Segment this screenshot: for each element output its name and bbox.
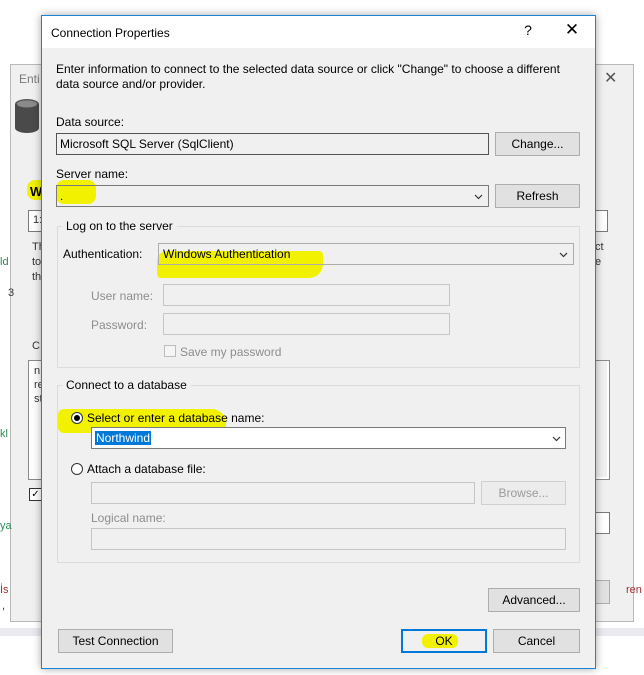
database-name-value: Northwind [95, 431, 152, 445]
chevron-down-icon[interactable] [474, 192, 483, 201]
refresh-button[interactable]: Refresh [495, 184, 580, 208]
background-window-title: Enti [19, 72, 40, 86]
background-close-icon[interactable]: ✕ [604, 68, 617, 88]
save-password-checkbox[interactable] [164, 345, 176, 357]
test-connection-button[interactable]: Test Connection [58, 629, 173, 653]
authentication-value: Windows Authentication [163, 247, 291, 261]
attach-file-input[interactable] [91, 482, 475, 504]
background-code-line: ren [626, 584, 642, 596]
password-label: Password: [91, 318, 148, 332]
authentication-combo[interactable]: Windows Authentication [158, 243, 574, 265]
attach-file-label: Attach a database file: [87, 462, 206, 476]
user-name-label: User name: [91, 289, 154, 303]
background-code-line: 3 [8, 287, 15, 299]
ok-button[interactable]: OK [401, 629, 487, 653]
server-name-combo[interactable]: . [56, 185, 489, 207]
browse-button[interactable]: Browse... [481, 481, 566, 505]
data-source-label: Data source: [56, 115, 125, 129]
background-list-line: n [34, 365, 41, 377]
background-info-line: to [32, 256, 42, 268]
save-password-label: Save my password [180, 345, 282, 359]
background-code-line: , [2, 600, 6, 612]
database-group-caption: Connect to a database [62, 378, 191, 392]
background-button[interactable] [594, 580, 610, 604]
background-info-line: th [32, 271, 42, 283]
database-name-combo[interactable]: Northwind [91, 427, 566, 449]
background-code-line: kl [0, 428, 8, 440]
select-database-radio[interactable] [71, 412, 83, 424]
background-code-line: ya [0, 520, 12, 532]
close-button[interactable]: ✕ [562, 20, 582, 40]
server-name-label: Server name: [56, 167, 129, 181]
background-code-line: İs [0, 584, 9, 596]
change-button[interactable]: Change... [495, 132, 580, 156]
dialog-title: Connection Properties [51, 26, 170, 40]
database-icon [15, 99, 39, 133]
data-source-field: Microsoft SQL Server (SqlClient) [56, 133, 489, 155]
intro-text: Enter information to connect to the sele… [56, 62, 560, 91]
server-name-value: . [60, 189, 64, 203]
background-list-caption: C [32, 340, 40, 352]
chevron-down-icon[interactable] [552, 434, 561, 443]
background-code-line: ld [0, 256, 9, 268]
cancel-button[interactable]: Cancel [493, 629, 580, 653]
connection-properties-dialog: Connection Properties ? ✕ Enter informat… [41, 15, 596, 669]
help-button[interactable]: ? [520, 22, 536, 38]
logical-name-input[interactable] [91, 528, 566, 550]
password-input[interactable] [163, 313, 450, 335]
authentication-label: Authentication: [63, 247, 143, 261]
title-bar: Connection Properties ? ✕ [42, 16, 595, 48]
logon-group-caption: Log on to the server [62, 219, 177, 233]
background-field-lower [594, 512, 610, 534]
logical-name-label: Logical name: [91, 511, 166, 525]
attach-file-radio[interactable] [71, 463, 83, 475]
select-database-label: Select or enter a database name: [87, 411, 265, 425]
user-name-input[interactable] [163, 284, 450, 306]
advanced-button[interactable]: Advanced... [488, 588, 580, 612]
background-right-line: ct [595, 241, 604, 253]
chevron-down-icon[interactable] [559, 250, 568, 259]
